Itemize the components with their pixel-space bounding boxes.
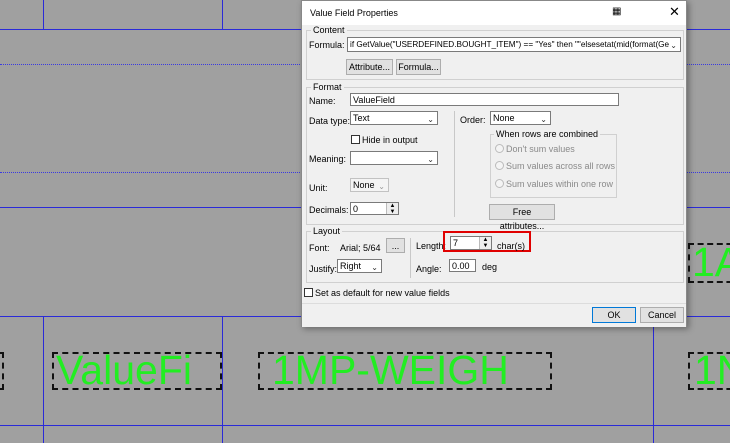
value-field-box[interactable] bbox=[0, 352, 4, 390]
value-field-text: 1N bbox=[694, 347, 730, 393]
meaning-label: Meaning: bbox=[309, 154, 347, 164]
decimals-label: Decimals: bbox=[309, 205, 349, 215]
attribute-button[interactable]: Attribute... bbox=[346, 59, 393, 75]
ok-button[interactable]: OK bbox=[592, 307, 636, 323]
meaning-select[interactable]: ⌄ bbox=[350, 151, 438, 165]
unit-value: None bbox=[353, 180, 375, 190]
order-value: None bbox=[493, 113, 515, 123]
length-stepper[interactable]: 7 ▲ ▼ bbox=[450, 236, 492, 250]
datatype-label: Data type: bbox=[309, 116, 351, 126]
set-default-label: Set as default for new value fields bbox=[315, 288, 450, 298]
spin-arrows-icon[interactable]: ▲ ▼ bbox=[386, 203, 398, 214]
format-column-divider bbox=[454, 111, 455, 217]
justify-select[interactable]: Right ⌄ bbox=[337, 259, 382, 273]
grid-line bbox=[222, 316, 223, 443]
font-picker-button[interactable]: ... bbox=[386, 238, 405, 253]
chevron-down-icon: ⌄ bbox=[378, 182, 385, 191]
radio-sum-all[interactable] bbox=[495, 161, 504, 170]
font-label: Font: bbox=[309, 243, 330, 253]
unit-select[interactable]: None ⌄ bbox=[350, 178, 389, 192]
rows-combined-title: When rows are combined bbox=[494, 129, 601, 139]
set-default-checkbox[interactable] bbox=[304, 288, 313, 297]
grid-line bbox=[43, 0, 44, 29]
length-value: 7 bbox=[453, 238, 459, 248]
radio-dont-sum[interactable] bbox=[495, 144, 504, 153]
formula-label: Formula: bbox=[309, 40, 345, 50]
grid-line bbox=[653, 316, 654, 443]
chevron-down-icon: ⌄ bbox=[540, 115, 547, 124]
grid-line bbox=[0, 425, 730, 426]
chevron-down-icon: ⌄ bbox=[371, 263, 378, 272]
value-field-text: 1MP-WEIGH bbox=[272, 347, 509, 393]
decimals-stepper[interactable]: 0 ▲ ▼ bbox=[350, 202, 399, 215]
radio-sum-all-label: Sum values across all rows bbox=[506, 161, 616, 171]
value-field-properties-dialog: Value Field Properties ▦ ✕ Content Formu… bbox=[301, 0, 687, 327]
order-select[interactable]: None ⌄ bbox=[490, 111, 551, 125]
formula-field[interactable]: if GetValue("USERDEFINED.BOUGHT_ITEM") =… bbox=[347, 37, 681, 52]
justify-label: Justify: bbox=[309, 264, 338, 274]
help-icon[interactable]: ▦ bbox=[612, 6, 621, 17]
formula-button[interactable]: Formula... bbox=[396, 59, 441, 75]
justify-value: Right bbox=[340, 261, 362, 271]
radio-sum-within[interactable] bbox=[495, 179, 504, 188]
formula-value: if GetValue("USERDEFINED.BOUGHT_ITEM") =… bbox=[350, 40, 670, 49]
radio-dont-sum-label: Don't sum values bbox=[506, 144, 575, 154]
chevron-down-icon[interactable]: ⌄ bbox=[670, 40, 677, 51]
name-input[interactable]: ValueField bbox=[350, 93, 619, 106]
datatype-value: Text bbox=[353, 113, 370, 123]
dialog-titlebar[interactable]: Value Field Properties ▦ ✕ bbox=[302, 1, 686, 25]
radio-sum-within-label: Sum values within one row bbox=[506, 179, 614, 189]
value-field-text: ValueFi bbox=[56, 347, 192, 393]
hide-in-output-checkbox[interactable] bbox=[351, 135, 360, 144]
chevron-down-icon: ⌄ bbox=[427, 115, 434, 124]
dialog-title: Value Field Properties bbox=[310, 8, 398, 18]
datatype-select[interactable]: Text ⌄ bbox=[350, 111, 438, 125]
content-group-title: Content bbox=[311, 25, 347, 35]
cancel-button[interactable]: Cancel bbox=[640, 307, 684, 323]
hide-in-output-label: Hide in output bbox=[362, 135, 418, 145]
spin-arrows-icon[interactable]: ▲ ▼ bbox=[479, 237, 491, 249]
angle-label: Angle: bbox=[416, 264, 442, 274]
format-group-title: Format bbox=[311, 82, 344, 92]
length-unit: char(s) bbox=[497, 241, 526, 251]
unit-label: Unit: bbox=[309, 183, 328, 193]
name-label: Name: bbox=[309, 96, 336, 106]
order-label: Order: bbox=[460, 115, 486, 125]
grid-line bbox=[222, 0, 223, 29]
grid-line bbox=[43, 316, 44, 443]
value-field-text: 1A bbox=[692, 239, 730, 285]
length-label: Length: bbox=[416, 241, 447, 251]
font-value: Arial; 5/64 bbox=[340, 243, 381, 253]
angle-input[interactable]: 0.00 bbox=[449, 259, 476, 272]
decimals-value: 0 bbox=[353, 204, 359, 214]
angle-unit: deg bbox=[482, 262, 498, 272]
close-icon[interactable]: ✕ bbox=[669, 4, 680, 20]
layout-column-divider bbox=[410, 238, 411, 278]
chevron-down-icon: ⌄ bbox=[427, 155, 434, 164]
free-attributes-button[interactable]: Free attributes... bbox=[489, 204, 555, 231]
layout-group-title: Layout bbox=[311, 226, 343, 236]
